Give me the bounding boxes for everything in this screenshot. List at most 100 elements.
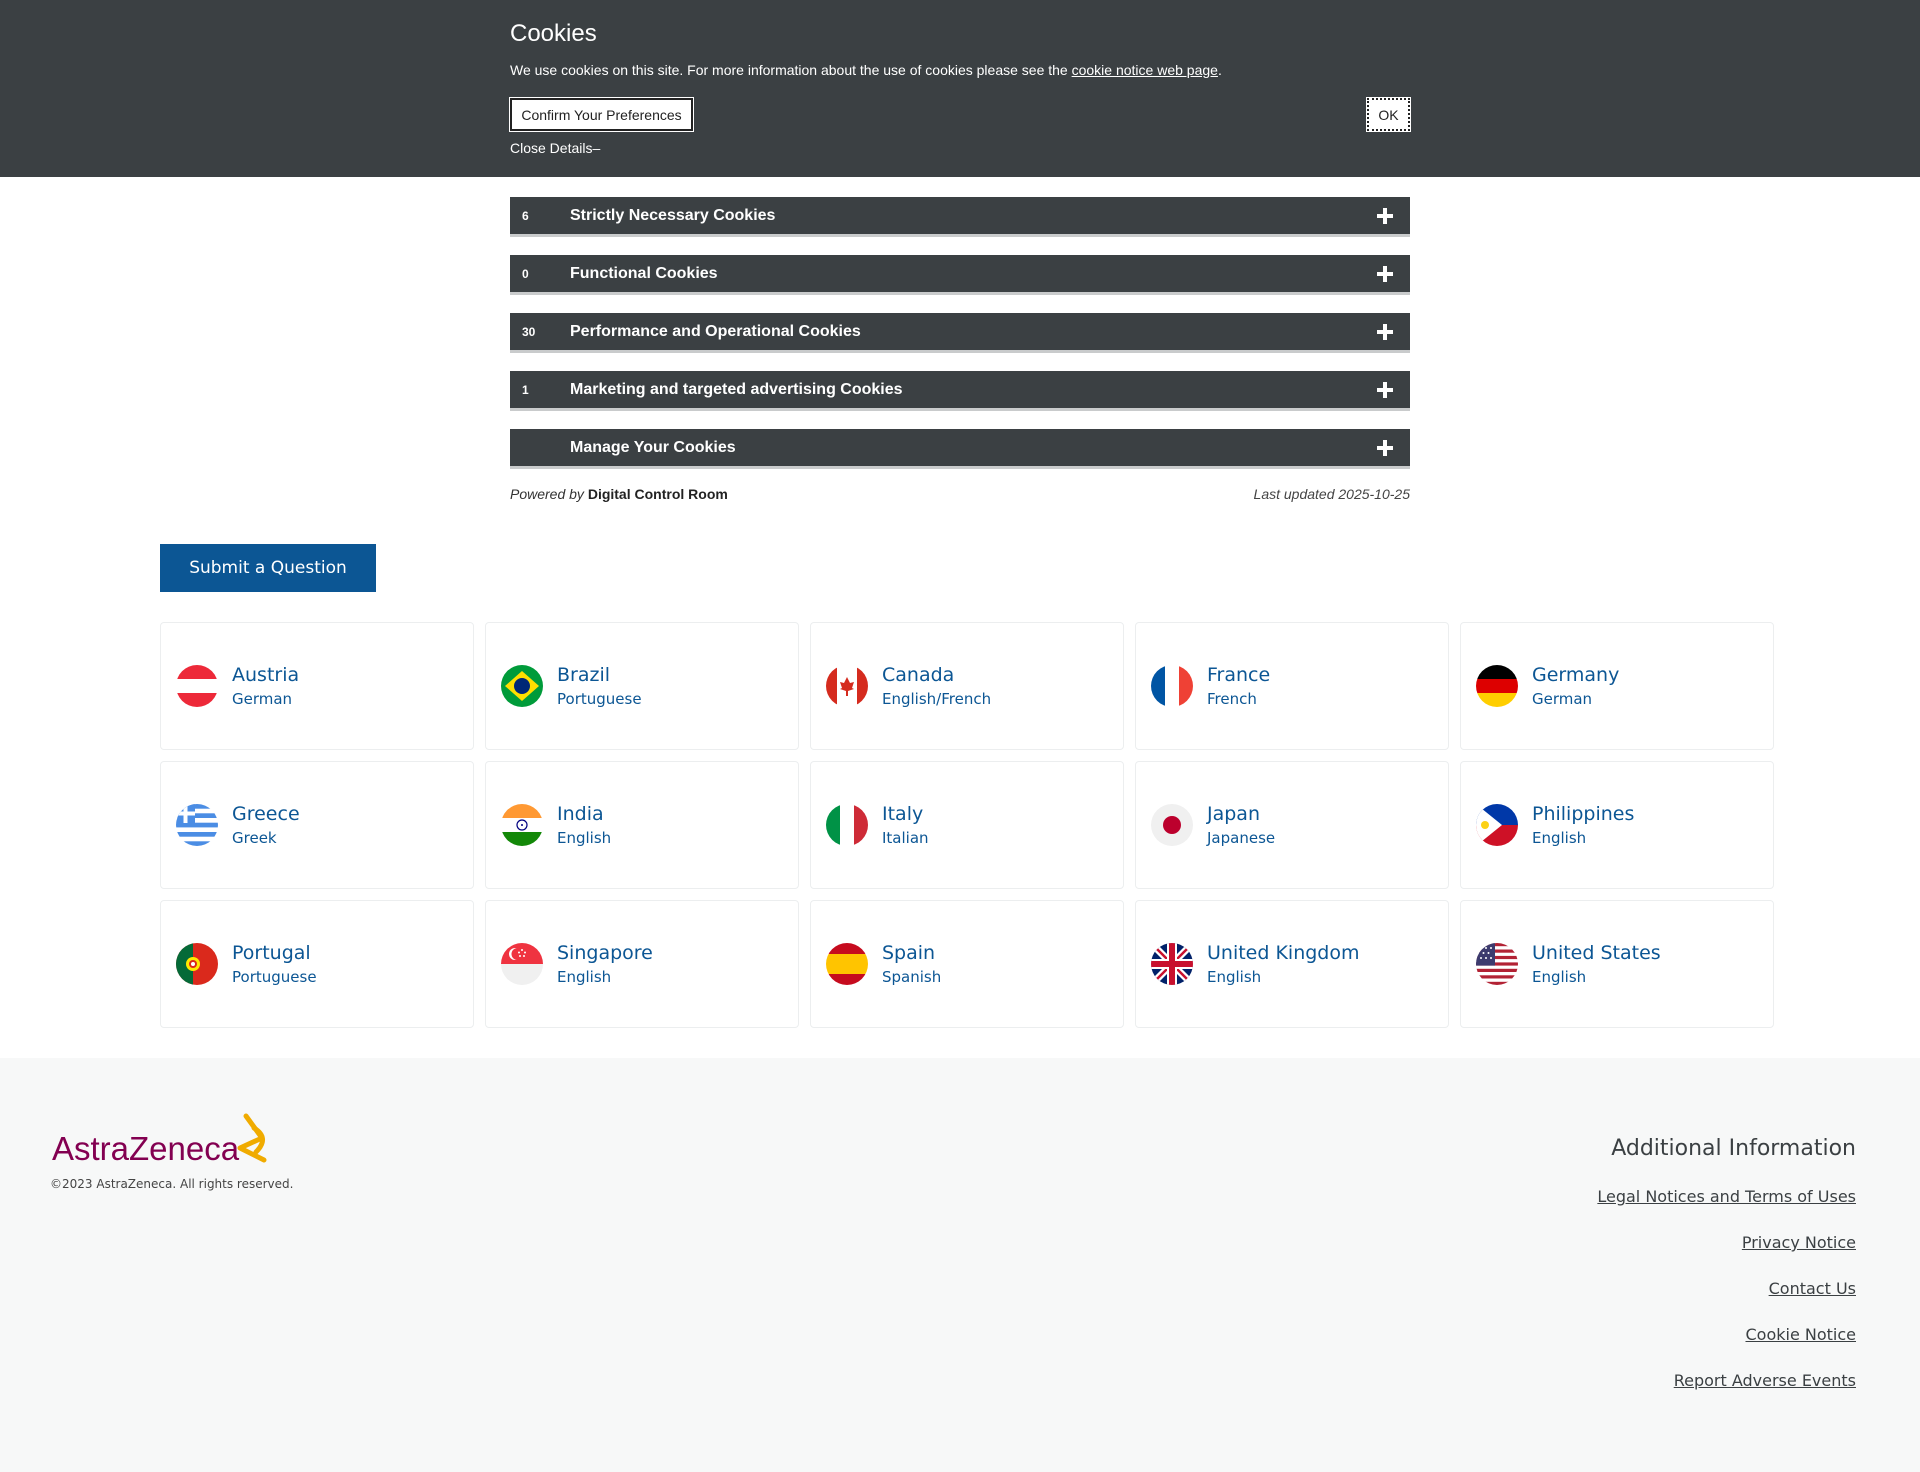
- country-language: English: [1207, 968, 1262, 986]
- country-card-india[interactable]: India English: [485, 761, 799, 889]
- country-card-japan[interactable]: Japan Japanese: [1135, 761, 1449, 889]
- country-language: Italian: [882, 829, 929, 847]
- cookie-notice-footer-link[interactable]: Cookie Notice: [1597, 1324, 1856, 1345]
- country-name: Spain: [882, 942, 936, 964]
- country-name: Philippines: [1532, 803, 1635, 825]
- copyright-text: ©2023 AstraZeneca. All rights reserved.: [50, 1177, 294, 1191]
- cookie-notice-link[interactable]: cookie notice web page: [1072, 62, 1218, 78]
- additional-information-heading: Additional Information: [1611, 1136, 1856, 1161]
- country-language: Greek: [232, 829, 277, 847]
- category-label: Performance and Operational Cookies: [570, 322, 861, 340]
- uk-flag-icon: [1151, 943, 1193, 985]
- country-card-philippines[interactable]: Philippines English: [1460, 761, 1774, 889]
- powered-by: Powered by Digital Control Room: [510, 486, 728, 502]
- last-updated: Last updated 2025-10-25: [1253, 486, 1410, 502]
- country-card-italy[interactable]: Italy Italian: [810, 761, 1124, 889]
- portugal-flag-icon: [176, 943, 218, 985]
- singapore-flag-icon: [501, 943, 543, 985]
- country-card-canada[interactable]: Canada English/French: [810, 622, 1124, 750]
- category-count: 1: [522, 382, 529, 397]
- submit-question-button[interactable]: Submit a Question: [160, 544, 376, 592]
- country-name: United Kingdom: [1207, 942, 1360, 964]
- category-count: 30: [522, 324, 536, 339]
- country-card-brazil[interactable]: Brazil Portuguese: [485, 622, 799, 750]
- privacy-notice-link[interactable]: Privacy Notice: [1597, 1232, 1856, 1253]
- country-name: Greece: [232, 803, 300, 825]
- contact-us-link[interactable]: Contact Us: [1597, 1278, 1856, 1299]
- logo-wordmark: AstraZeneca: [52, 1130, 240, 1167]
- country-language: German: [1532, 690, 1593, 708]
- country-card-singapore[interactable]: Singapore English: [485, 900, 799, 1028]
- powered-by-name: Digital Control Room: [587, 486, 728, 502]
- spain-flag-icon: [826, 943, 868, 985]
- philippines-flag-icon: [1476, 804, 1518, 846]
- category-performance[interactable]: 30 Performance and Operational Cookies: [510, 313, 1410, 353]
- germany-flag-icon: [1476, 665, 1518, 707]
- country-card-greece[interactable]: Greece Greek: [160, 761, 474, 889]
- category-count: 6: [522, 208, 529, 223]
- country-language: English: [1532, 968, 1587, 986]
- plus-icon[interactable]: [1377, 207, 1393, 224]
- category-strictly-necessary[interactable]: 6 Strictly Necessary Cookies: [510, 197, 1410, 237]
- plus-icon[interactable]: [1377, 323, 1393, 340]
- plus-icon[interactable]: [1377, 265, 1393, 282]
- greece-flag-icon: [176, 804, 218, 846]
- cookie-text-end: .: [1217, 62, 1222, 78]
- country-name: Portugal: [232, 942, 311, 964]
- close-details-toggle[interactable]: Close Details–: [510, 140, 600, 156]
- country-language: English: [557, 968, 612, 986]
- country-card-germany[interactable]: Germany German: [1460, 622, 1774, 750]
- powered-by-prefix: Powered by: [510, 486, 588, 502]
- category-label: Marketing and targeted advertising Cooki…: [570, 380, 903, 398]
- country-name: Canada: [882, 664, 955, 686]
- austria-flag-icon: [176, 665, 218, 707]
- country-name: Japan: [1207, 803, 1260, 825]
- astrazeneca-logo[interactable]: AstraZeneca: [50, 1108, 280, 1168]
- country-name: Austria: [232, 664, 300, 686]
- ok-button[interactable]: OK: [1366, 97, 1411, 132]
- country-name: France: [1207, 664, 1271, 686]
- country-language: English: [1532, 829, 1587, 847]
- country-language: Spanish: [882, 968, 942, 986]
- country-language: English/French: [882, 690, 992, 708]
- country-name: Germany: [1532, 664, 1620, 686]
- country-card-spain[interactable]: Spain Spanish: [810, 900, 1124, 1028]
- country-card-austria[interactable]: Austria German: [160, 622, 474, 750]
- france-flag-icon: [1151, 665, 1193, 707]
- country-grid: Austria German Brazil Portuguese Canada Eng…: [160, 622, 1774, 1028]
- canada-flag-icon: [826, 665, 868, 707]
- category-functional[interactable]: 0 Functional Cookies: [510, 255, 1410, 295]
- country-name: United States: [1532, 942, 1661, 964]
- footer-links: Legal Notices and Terms of Uses Privacy …: [1597, 1186, 1856, 1416]
- report-adverse-events-link[interactable]: Report Adverse Events: [1597, 1370, 1856, 1391]
- country-language: German: [232, 690, 293, 708]
- category-label: Manage Your Cookies: [570, 438, 736, 456]
- brazil-flag-icon: [501, 665, 543, 707]
- category-manage-cookies[interactable]: Manage Your Cookies: [510, 429, 1410, 469]
- plus-icon[interactable]: [1377, 439, 1393, 456]
- country-card-portugal[interactable]: Portugal Portuguese: [160, 900, 474, 1028]
- cookie-banner-title: Cookies: [510, 20, 597, 47]
- country-language: Japanese: [1207, 829, 1276, 847]
- cookie-text-intro: We use cookies on this site. For more in…: [510, 62, 1072, 78]
- country-language: Portuguese: [557, 690, 642, 708]
- country-name: Italy: [882, 803, 924, 825]
- country-name: India: [557, 803, 604, 825]
- legal-notices-link[interactable]: Legal Notices and Terms of Uses: [1597, 1186, 1856, 1207]
- italy-flag-icon: [826, 804, 868, 846]
- confirm-preferences-button[interactable]: Confirm Your Preferences: [510, 98, 693, 131]
- cookie-banner-text: We use cookies on this site. For more in…: [510, 62, 1222, 78]
- country-language: Portuguese: [232, 968, 317, 986]
- cookie-categories: 6 Strictly Necessary Cookies 0 Functiona…: [510, 197, 1410, 487]
- plus-icon[interactable]: [1377, 381, 1393, 398]
- country-card-france[interactable]: France French: [1135, 622, 1449, 750]
- category-marketing[interactable]: 1 Marketing and targeted advertising Coo…: [510, 371, 1410, 411]
- country-card-united-states[interactable]: United States English: [1460, 900, 1774, 1028]
- category-label: Functional Cookies: [570, 264, 718, 282]
- cookie-banner: Cookies We use cookies on this site. For…: [0, 0, 1920, 177]
- country-language: English: [557, 829, 612, 847]
- category-label: Strictly Necessary Cookies: [570, 206, 776, 224]
- country-language: French: [1207, 690, 1257, 708]
- india-flag-icon: [501, 804, 543, 846]
- country-card-united-kingdom[interactable]: United Kingdom English: [1135, 900, 1449, 1028]
